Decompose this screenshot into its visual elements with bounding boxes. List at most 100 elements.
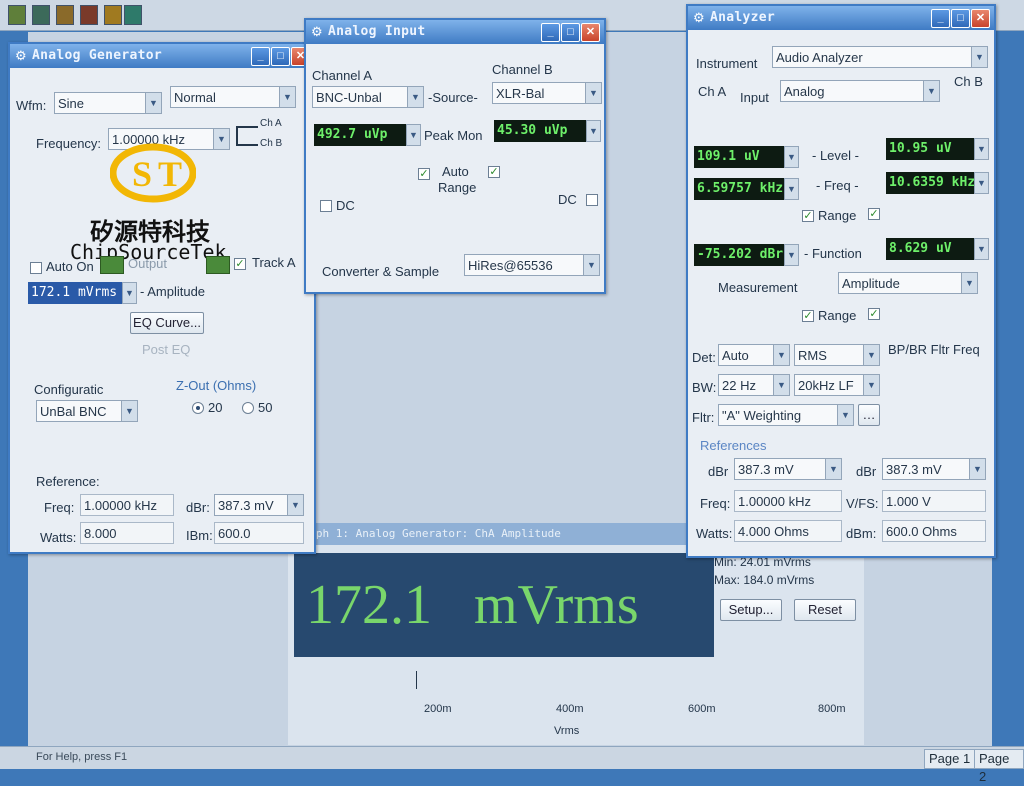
range-b-checkbox[interactable]: ✓ bbox=[868, 208, 880, 220]
toolbar-tool-1-icon[interactable] bbox=[8, 5, 26, 25]
ref-dbr-input[interactable]: 387.3 mV ▼ bbox=[214, 494, 304, 516]
filter-more-button[interactable]: … bbox=[858, 404, 880, 426]
chevron-down-icon[interactable]: ▼ bbox=[784, 178, 799, 200]
chevron-down-icon[interactable]: ▼ bbox=[586, 120, 601, 142]
source-b-select[interactable]: XLR-Bal ▼ bbox=[492, 82, 602, 104]
close-icon[interactable]: ✕ bbox=[581, 23, 600, 42]
measurement-range-a-checkbox[interactable]: ✓ bbox=[802, 310, 814, 322]
page-2-tab[interactable]: Page 2 bbox=[974, 749, 1024, 784]
function-b-readout: 8.629 uV bbox=[886, 238, 974, 260]
function-label: - Function bbox=[804, 246, 862, 261]
analyzer-titlebar[interactable]: ⚙ Analyzer _ □ ✕ bbox=[688, 6, 994, 30]
toolbar-tool-3-icon[interactable] bbox=[56, 5, 74, 25]
converter-select[interactable]: HiRes@65536 ▼ bbox=[464, 254, 600, 276]
ref-dbm-input[interactable]: 600.0 Ohms bbox=[882, 520, 986, 542]
filter-select[interactable]: "A" Weighting ▼ bbox=[718, 404, 854, 426]
chevron-down-icon: ▼ bbox=[213, 129, 229, 149]
measurement-label: Measurement bbox=[718, 280, 798, 295]
dc-a-checkbox[interactable] bbox=[320, 200, 332, 212]
chevron-down-icon[interactable]: ▼ bbox=[974, 238, 989, 260]
auto-on-label: Auto On bbox=[46, 259, 94, 274]
minimize-icon[interactable]: _ bbox=[931, 9, 950, 28]
ref-dbr-value: 387.3 mV bbox=[218, 498, 274, 513]
track-a-checkbox[interactable]: ✓ bbox=[234, 258, 246, 270]
instrument-select[interactable]: Audio Analyzer ▼ bbox=[772, 46, 988, 68]
bp-br-filter-label: BP/BR Fltr Freq bbox=[888, 342, 980, 357]
ref-freq-input[interactable]: 1.00000 kHz bbox=[80, 494, 174, 516]
chevron-down-icon[interactable]: ▼ bbox=[974, 138, 989, 160]
bw-high-select[interactable]: 20kHz LF ▼ bbox=[794, 374, 880, 396]
peak-a-readout: 492.7 uVp bbox=[314, 124, 406, 146]
track-indicator[interactable] bbox=[206, 256, 230, 274]
chevron-down-icon: ▼ bbox=[923, 81, 939, 101]
wfm-label: Wfm: bbox=[16, 98, 47, 113]
chevron-down-icon: ▼ bbox=[773, 345, 789, 365]
configuration-select[interactable]: UnBal BNC ▼ bbox=[36, 400, 138, 422]
dbm-input[interactable]: 600.0 bbox=[214, 522, 304, 544]
input-titlebar[interactable]: ⚙ Analog Input _ □ ✕ bbox=[306, 20, 604, 44]
freq-b-readout: 10.6359 kHz bbox=[886, 172, 974, 194]
auto-on-checkbox[interactable] bbox=[30, 262, 42, 274]
vfs-input[interactable]: 1.000 V bbox=[882, 490, 986, 512]
chevron-down-icon[interactable]: ▼ bbox=[784, 244, 799, 266]
status-bar: For Help, press F1 Page 1 Page 2 bbox=[0, 746, 1024, 784]
channel-bracket bbox=[236, 126, 258, 146]
eq-curve-button[interactable]: EQ Curve... bbox=[130, 312, 204, 334]
amplitude-input[interactable]: 172.1 mVrms bbox=[28, 282, 122, 304]
mode-select[interactable]: Normal ▼ bbox=[170, 86, 296, 108]
measurement-select[interactable]: Amplitude ▼ bbox=[838, 272, 978, 294]
close-icon[interactable]: ✕ bbox=[971, 9, 990, 28]
det-select[interactable]: Auto ▼ bbox=[718, 344, 790, 366]
detector-mode-select[interactable]: RMS ▼ bbox=[794, 344, 880, 366]
minimize-icon[interactable]: _ bbox=[541, 23, 560, 42]
range-a-checkbox[interactable]: ✓ bbox=[802, 210, 814, 222]
bw-select[interactable]: 22 Hz ▼ bbox=[718, 374, 790, 396]
measurement-range-b-checkbox[interactable]: ✓ bbox=[868, 308, 880, 320]
wfm-select[interactable]: Sine ▼ bbox=[54, 92, 162, 114]
chevron-down-icon[interactable]: ▼ bbox=[784, 146, 799, 168]
input-select[interactable]: Analog ▼ bbox=[780, 80, 940, 102]
chevron-down-icon: ▼ bbox=[287, 495, 303, 515]
maximize-icon[interactable]: □ bbox=[271, 47, 290, 66]
toolbar-tool-5-icon[interactable] bbox=[104, 5, 122, 25]
output-indicator[interactable] bbox=[100, 256, 124, 274]
chevron-down-icon: ▼ bbox=[825, 459, 841, 479]
watts-input[interactable]: 8.000 bbox=[80, 522, 174, 544]
maximize-icon[interactable]: □ bbox=[951, 9, 970, 28]
auto-range-b-checkbox[interactable]: ✓ bbox=[488, 166, 500, 178]
ref-freq-input[interactable]: 1.00000 kHz bbox=[734, 490, 842, 512]
zout-20-radio[interactable] bbox=[192, 402, 204, 414]
ref-watts-input[interactable]: 4.000 Ohms bbox=[734, 520, 842, 542]
det-label: Det: bbox=[692, 350, 716, 365]
range-label: Range bbox=[438, 180, 477, 195]
range-label: Range bbox=[818, 208, 857, 223]
peak-mon-label: Peak Mon bbox=[424, 128, 483, 143]
dc-b-checkbox[interactable] bbox=[586, 194, 598, 206]
input-value: Analog bbox=[784, 84, 825, 99]
auto-label: Auto bbox=[442, 164, 469, 179]
chevron-down-icon[interactable]: ▼ bbox=[406, 124, 421, 146]
toolbar-tool-6-icon[interactable] bbox=[124, 5, 142, 25]
toolbar-tool-2-icon[interactable] bbox=[32, 5, 50, 25]
ref-dbm-label: dBm: bbox=[846, 526, 877, 541]
tick-label: 200m bbox=[424, 703, 452, 715]
source-a-select[interactable]: BNC-Unbal ▼ bbox=[312, 86, 424, 108]
toolbar-tool-4-icon[interactable] bbox=[80, 5, 98, 25]
minimize-icon[interactable]: _ bbox=[251, 47, 270, 66]
zout-50-radio[interactable] bbox=[242, 402, 254, 414]
page-1-tab[interactable]: Page 1 bbox=[924, 749, 976, 769]
configuration-label: Configuratic bbox=[34, 382, 104, 397]
chevron-down-icon: ▼ bbox=[145, 93, 161, 113]
chevron-down-icon[interactable]: ▼ bbox=[122, 282, 137, 304]
auto-range-a-checkbox[interactable]: ✓ bbox=[418, 168, 430, 180]
ref-dbr-a-input[interactable]: 387.3 mV ▼ bbox=[734, 458, 842, 480]
setup-button[interactable]: Setup... bbox=[720, 599, 782, 621]
ref-dbr-b-input[interactable]: 387.3 mV ▼ bbox=[882, 458, 986, 480]
generator-titlebar[interactable]: ⚙ Analog Generator _ □ ✕ bbox=[10, 44, 314, 68]
ref-dbr-b-value: 387.3 mV bbox=[886, 462, 942, 477]
maximize-icon[interactable]: □ bbox=[561, 23, 580, 42]
chevron-down-icon[interactable]: ▼ bbox=[974, 172, 989, 194]
ref-watts-label: Watts: bbox=[696, 526, 733, 541]
converter-label: Converter & Sample bbox=[322, 264, 440, 279]
reset-button[interactable]: Reset bbox=[794, 599, 856, 621]
